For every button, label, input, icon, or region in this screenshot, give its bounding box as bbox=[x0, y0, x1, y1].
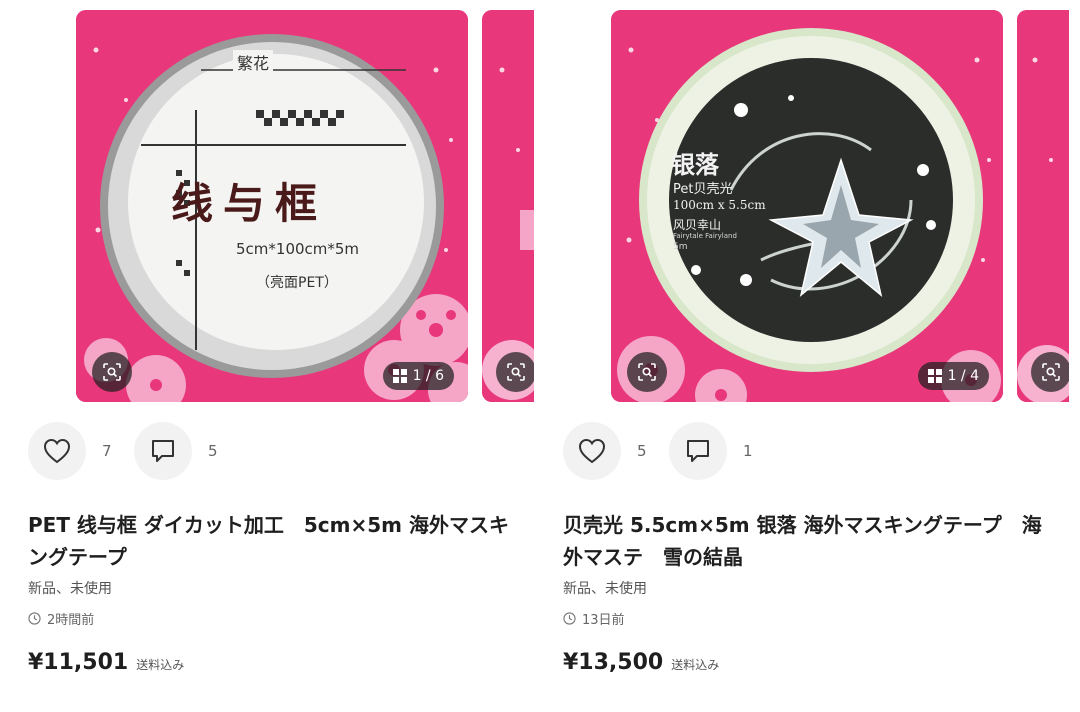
product-title[interactable]: 贝壳光 5.5cm×5m 银落 海外マスキングテープ 海外マステ 雪の結晶 bbox=[563, 509, 1053, 573]
product-condition: 新品、未使用 bbox=[28, 581, 112, 597]
image-carousel[interactable]: 银落 Pet贝壳光 100cm x 5.5cm 风贝幸山 Fairytale F… bbox=[611, 10, 1069, 402]
image-search-icon bbox=[638, 363, 656, 381]
engagement-bar: 7 5 bbox=[28, 421, 240, 481]
tape-label-length: 5m bbox=[673, 242, 688, 252]
image-counter[interactable]: 1 / 4 bbox=[917, 362, 989, 390]
product-card-2[interactable]: 银落 Pet贝壳光 100cm x 5.5cm 风贝幸山 Fairytale F… bbox=[563, 0, 1069, 712]
price-row: ¥11,501 送料込み bbox=[28, 650, 184, 675]
gallery-icon bbox=[927, 369, 942, 383]
posted-time: 13日前 bbox=[563, 609, 625, 628]
comment-count: 5 bbox=[208, 442, 218, 460]
clock-icon bbox=[563, 612, 576, 625]
like-count: 5 bbox=[637, 442, 647, 460]
image-carousel[interactable]: 繁花 线与框 5cm*100cm*5m （亮面PET） 1 / 6 bbox=[76, 10, 534, 402]
tape-label-size: 100cm x 5.5cm bbox=[673, 198, 766, 212]
like-button[interactable] bbox=[28, 422, 86, 480]
product-title[interactable]: PET 线与框 ダイカット加工 5cm×5m 海外マスキングテープ bbox=[28, 509, 518, 573]
heart-icon bbox=[578, 438, 606, 464]
image-search-icon bbox=[507, 363, 525, 381]
product-image[interactable]: 繁花 线与框 5cm*100cm*5m （亮面PET） 1 / 6 bbox=[76, 10, 468, 402]
like-button[interactable] bbox=[563, 422, 621, 480]
tape-label-line1: Pet贝壳光 bbox=[673, 182, 733, 197]
like-count: 7 bbox=[102, 442, 112, 460]
image-search-button[interactable] bbox=[496, 352, 534, 392]
shipping-included: 送料込み bbox=[671, 658, 720, 672]
gallery-icon bbox=[392, 369, 407, 383]
image-counter-text: 1 / 4 bbox=[947, 368, 979, 384]
image-search-icon bbox=[103, 363, 121, 381]
price-row: ¥13,500 送料込み bbox=[563, 650, 719, 675]
product-price: ¥13,500 bbox=[563, 650, 664, 675]
tape-label-top: 繁花 bbox=[233, 50, 274, 74]
tape-photo bbox=[611, 10, 1003, 402]
engagement-bar: 5 1 bbox=[563, 421, 775, 481]
shipping-included: 送料込み bbox=[136, 658, 185, 672]
comment-button[interactable] bbox=[134, 422, 192, 480]
image-search-button[interactable] bbox=[1031, 352, 1069, 392]
image-counter-text: 1 / 6 bbox=[412, 368, 444, 384]
comment-icon bbox=[152, 440, 174, 462]
posted-time-text: 2時間前 bbox=[47, 613, 95, 628]
next-image-preview[interactable] bbox=[1017, 10, 1069, 402]
clock-icon bbox=[28, 612, 41, 625]
tape-label-sub: （亮面PET） bbox=[256, 275, 338, 291]
posted-time-text: 13日前 bbox=[582, 613, 625, 628]
image-counter[interactable]: 1 / 6 bbox=[382, 362, 454, 390]
comment-icon bbox=[687, 440, 709, 462]
comment-count: 1 bbox=[743, 442, 753, 460]
tape-label-main: 银落 bbox=[671, 151, 719, 179]
product-image[interactable]: 银落 Pet贝壳光 100cm x 5.5cm 风贝幸山 Fairytale F… bbox=[611, 10, 1003, 402]
tape-label-size: 5cm*100cm*5m bbox=[236, 240, 360, 258]
heart-icon bbox=[43, 438, 71, 464]
tape-label-main: 线与框 bbox=[171, 179, 328, 228]
product-price: ¥11,501 bbox=[28, 650, 129, 675]
next-image-preview[interactable] bbox=[482, 10, 534, 402]
posted-time: 2時間前 bbox=[28, 609, 94, 628]
tape-label-brand-en: Fairytale Fairyland bbox=[673, 232, 737, 240]
product-condition: 新品、未使用 bbox=[563, 581, 647, 597]
image-search-button[interactable] bbox=[92, 352, 132, 392]
next-image-photo bbox=[482, 10, 534, 402]
image-search-button[interactable] bbox=[627, 352, 667, 392]
image-search-icon bbox=[1042, 363, 1060, 381]
tape-label-brand: 风贝幸山 bbox=[673, 218, 722, 232]
next-image-photo bbox=[1017, 10, 1069, 402]
comment-button[interactable] bbox=[669, 422, 727, 480]
product-card-1[interactable]: 繁花 线与框 5cm*100cm*5m （亮面PET） 1 / 6 7 5 PE… bbox=[28, 0, 534, 712]
